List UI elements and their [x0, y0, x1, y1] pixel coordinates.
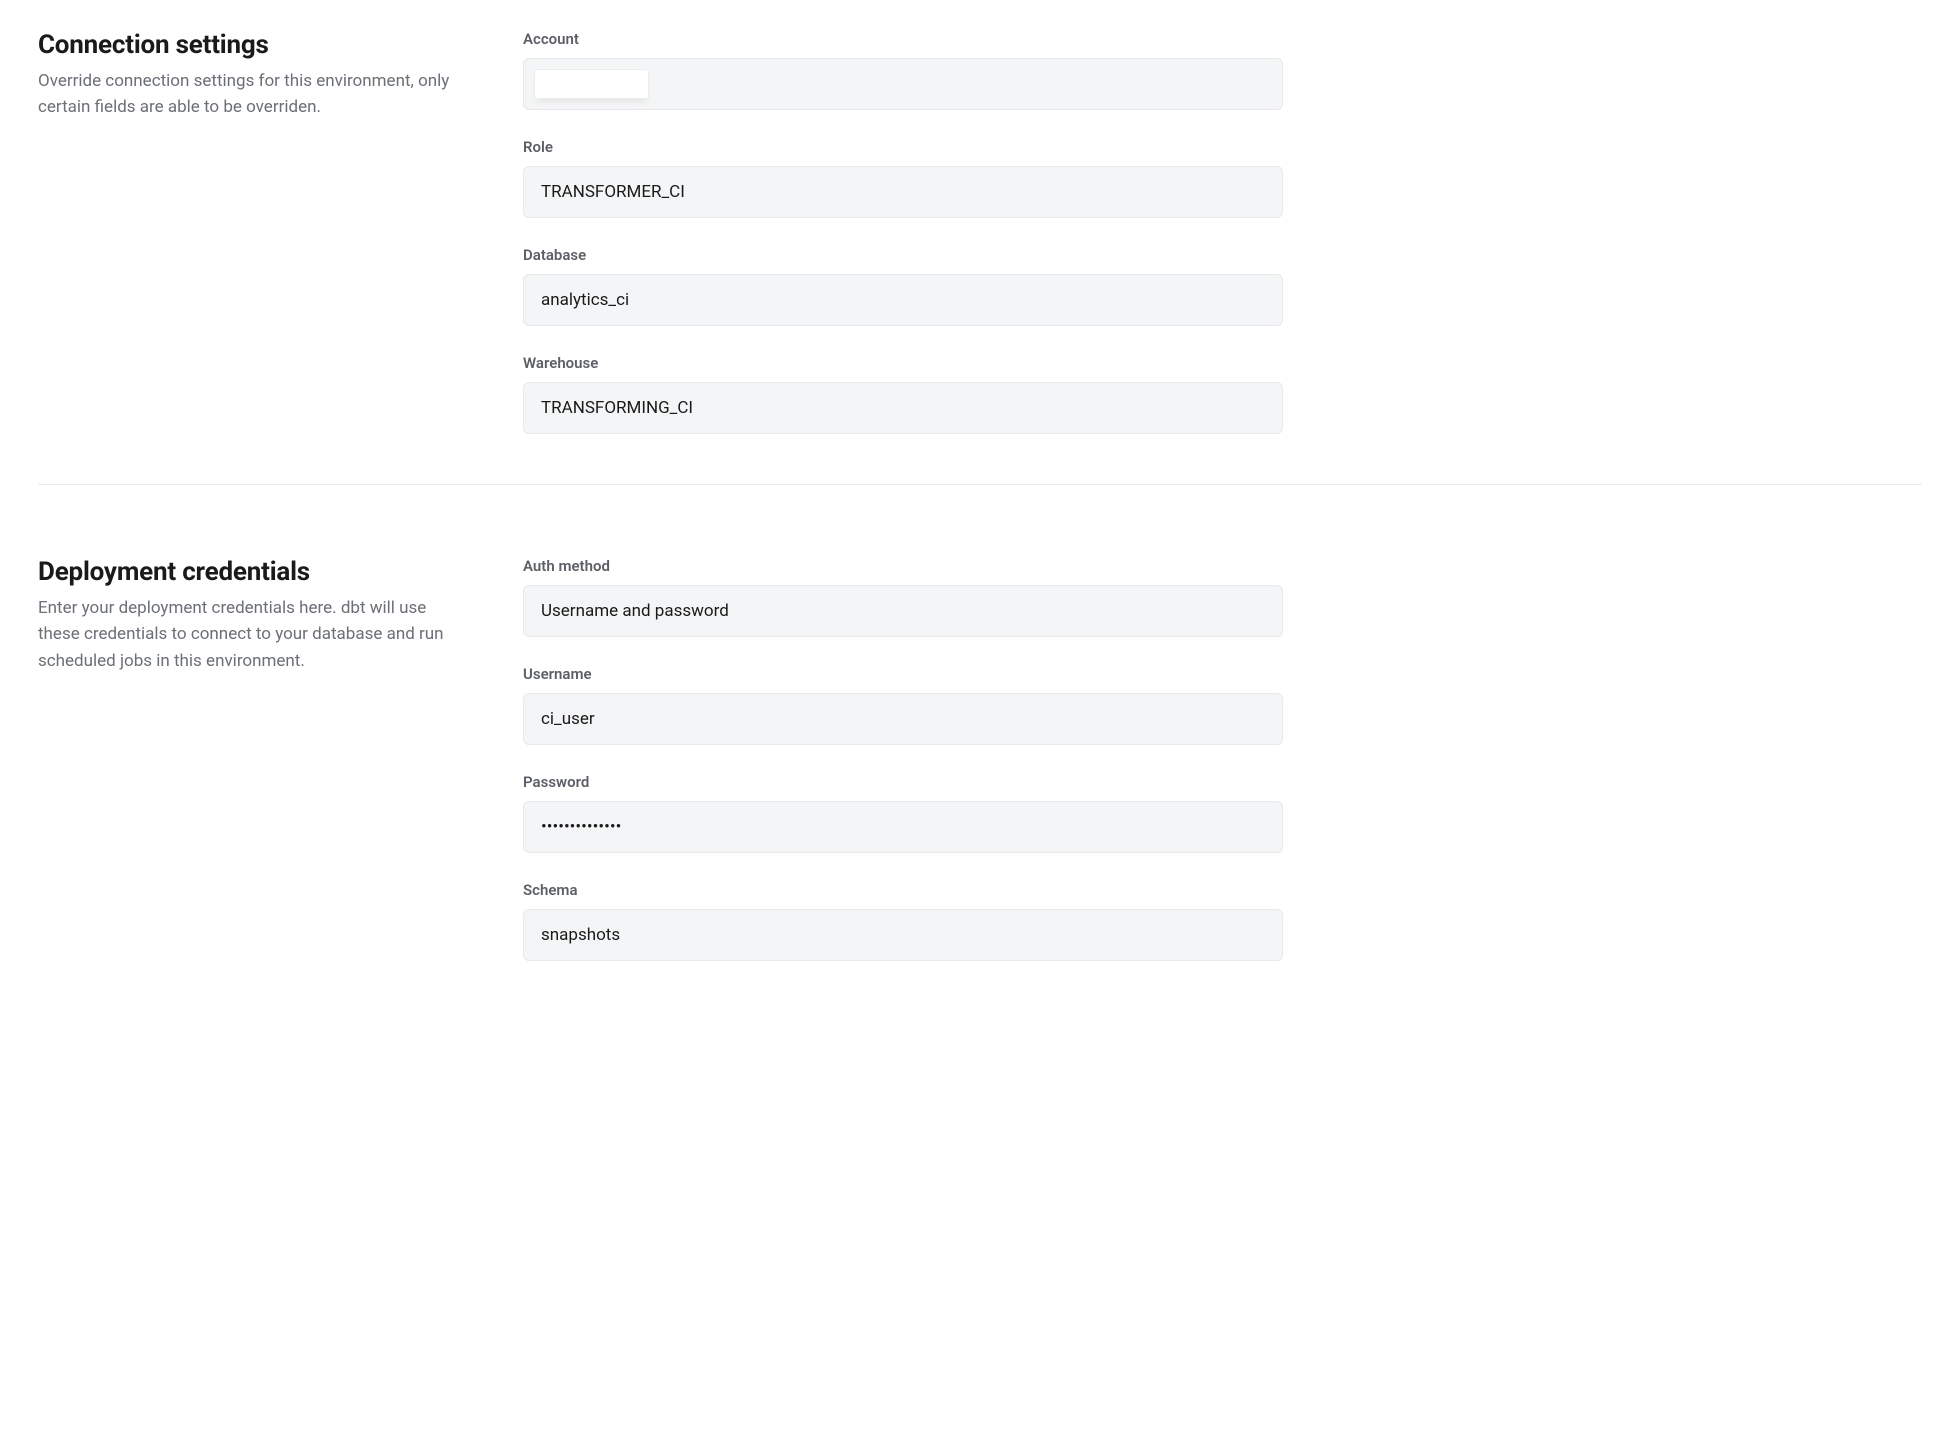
username-label: Username — [523, 665, 1283, 683]
account-redacted-overlay — [534, 69, 649, 99]
auth-method-label: Auth method — [523, 557, 1283, 575]
deployment-credentials-form: Auth method Username Password Schema — [523, 557, 1283, 961]
warehouse-group: Warehouse — [523, 354, 1283, 434]
deployment-credentials-section: Deployment credentials Enter your deploy… — [38, 485, 1922, 1011]
username-input[interactable] — [523, 693, 1283, 745]
password-input[interactable] — [523, 801, 1283, 853]
connection-settings-sidebar: Connection settings Override connection … — [38, 30, 463, 434]
connection-settings-section: Connection settings Override connection … — [38, 20, 1922, 484]
account-group: Account — [523, 30, 1283, 110]
schema-input[interactable] — [523, 909, 1283, 961]
auth-method-group: Auth method — [523, 557, 1283, 637]
password-group: Password — [523, 773, 1283, 853]
database-group: Database — [523, 246, 1283, 326]
schema-group: Schema — [523, 881, 1283, 961]
auth-method-input[interactable] — [523, 585, 1283, 637]
deployment-credentials-description: Enter your deployment credentials here. … — [38, 595, 463, 674]
deployment-credentials-sidebar: Deployment credentials Enter your deploy… — [38, 557, 463, 961]
role-input[interactable] — [523, 166, 1283, 218]
password-label: Password — [523, 773, 1283, 791]
connection-settings-title: Connection settings — [38, 30, 463, 60]
warehouse-input[interactable] — [523, 382, 1283, 434]
role-group: Role — [523, 138, 1283, 218]
connection-settings-description: Override connection settings for this en… — [38, 68, 463, 121]
warehouse-label: Warehouse — [523, 354, 1283, 372]
username-group: Username — [523, 665, 1283, 745]
account-label: Account — [523, 30, 1283, 48]
role-label: Role — [523, 138, 1283, 156]
deployment-credentials-title: Deployment credentials — [38, 557, 463, 587]
schema-label: Schema — [523, 881, 1283, 899]
database-label: Database — [523, 246, 1283, 264]
connection-settings-form: Account Role Database Warehouse — [523, 30, 1283, 434]
database-input[interactable] — [523, 274, 1283, 326]
account-input[interactable] — [523, 58, 1283, 110]
